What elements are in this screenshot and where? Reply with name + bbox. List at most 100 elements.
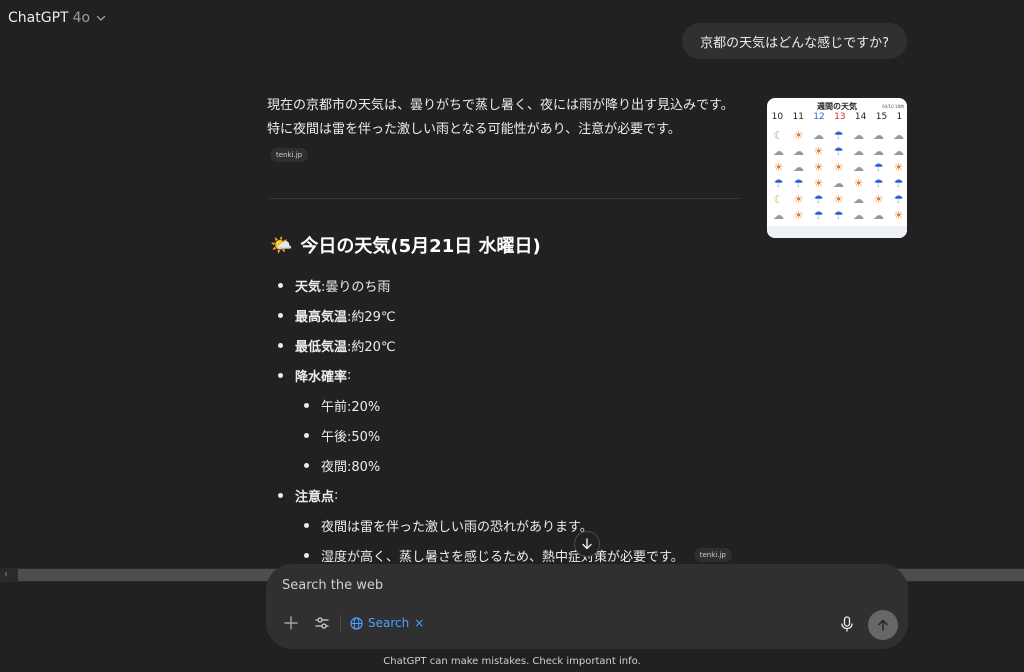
weather-sun-icon: ☀ <box>833 161 844 174</box>
weather-cloud-icon: ☁ <box>893 129 904 142</box>
weather-cloud-icon: ☁ <box>853 129 864 142</box>
prompt-input[interactable] <box>282 578 822 593</box>
list-item-caution: 注意点 : <box>270 480 338 510</box>
thumbnail-day: 11 <box>792 112 804 122</box>
sun-cloud-icon: 🌤️ <box>270 234 293 256</box>
composer: Search × <box>266 564 908 649</box>
send-button[interactable] <box>868 610 898 640</box>
weather-value: :曇りのち雨 <box>321 279 391 295</box>
thumbnail-footer <box>767 226 907 238</box>
model-version: 4o <box>72 10 91 26</box>
thumbnail-day: 13 <box>834 112 846 122</box>
weather-rain-icon: ☂ <box>813 209 824 222</box>
microphone-icon <box>841 616 853 632</box>
weather-sun-icon: ☀ <box>813 145 824 158</box>
weather-cloud-icon: ☁ <box>873 129 884 142</box>
bullet <box>278 492 283 498</box>
weather-label: 天気 <box>295 279 322 295</box>
search-close-icon[interactable]: × <box>414 616 424 630</box>
list-item-caution-1: 夜間は雷を伴った激しい雨の恐れがあります。 <box>270 510 593 540</box>
weather-cloud-icon: ☾ <box>773 129 784 142</box>
weather-sun-icon: ☀ <box>893 161 904 174</box>
weather-thumbnail[interactable]: 週間の天気 04/10 18時 10 11 12 13 14 15 1 ☾ ☀ ☁ ☂ ☁ ☁ ☁ ☁ ☁ ☀… <box>767 98 907 238</box>
bullet <box>278 282 283 288</box>
scroll-to-bottom-button[interactable] <box>574 531 600 557</box>
model-selector[interactable]: ChatGPT 4o <box>8 10 106 26</box>
bullet <box>304 552 309 558</box>
arrow-up-icon <box>878 619 888 631</box>
microphone-button[interactable] <box>838 615 856 633</box>
thumbnail-weather-grid: ☾ ☀ ☁ ☂ ☁ ☁ ☁ ☁ ☁ ☀ ☂ ☁ ☁ ☁ ☀ ☁ ☀ ☀ ☁ ☂ ☀ ☂ ☂ ☀ ☁ ☀ ☂ ☂ ☾ ☀ ☂ ☀ ☁ ☀ ☂ ☁ ☀ ☂ ☂ ☁… <box>769 128 907 224</box>
weather-cloud-icon: ☁ <box>833 177 844 190</box>
weather-cloud-icon: ☁ <box>853 161 864 174</box>
high-temp-label: 最高気温 <box>295 309 348 325</box>
weather-sun-icon: ☀ <box>813 161 824 174</box>
thumbnail-day: 15 <box>875 112 888 122</box>
thumbnail-day: 10 <box>771 112 784 122</box>
bullet <box>278 372 283 378</box>
thumbnail-day: 12 <box>813 112 825 122</box>
weather-rain-icon: ☂ <box>773 177 784 190</box>
high-temp-value: :約29℃ <box>347 309 396 325</box>
globe-icon <box>350 616 363 630</box>
weather-sun-icon: ☀ <box>833 193 844 206</box>
weather-moon-icon: ☾ <box>773 193 784 206</box>
list-item-am: 午前:20% <box>270 390 380 420</box>
scroll-left-icon[interactable]: ‹ <box>4 568 8 582</box>
arrow-down-icon <box>582 538 592 550</box>
weather-sun-icon: ☀ <box>893 209 904 222</box>
weather-cloud-icon: ☁ <box>873 209 884 222</box>
weather-cloud-icon: ☁ <box>813 129 824 142</box>
toolbar-separator <box>340 615 341 631</box>
list-item-night: 夜間:80% <box>270 450 380 480</box>
thumbnail-day: 1 <box>896 112 903 122</box>
model-name: ChatGPT <box>8 10 69 26</box>
weather-cloud-icon: ☁ <box>793 161 804 174</box>
list-item-high: 最高気温 :約29℃ <box>270 300 396 330</box>
weather-sun-icon: ☀ <box>793 209 804 222</box>
thumbnail-day: 14 <box>854 112 867 122</box>
weather-rain-icon: ☂ <box>833 209 844 222</box>
caution-2: 湿度が高く、蒸し暑さを感じるため、熱中症対策が必要です。 <box>321 549 684 565</box>
rain-label: 降水確率 <box>295 369 348 385</box>
rain-am: 午前:20% <box>321 399 381 415</box>
weather-cloud-icon: ☁ <box>773 145 784 158</box>
list-item-low: 最低気温 :約20℃ <box>270 330 396 360</box>
weather-cloud-icon: ☁ <box>893 145 904 158</box>
thumbnail-days: 10 11 12 13 14 15 1 <box>767 112 907 122</box>
weather-sun-icon: ☀ <box>853 177 864 190</box>
search-toggle[interactable]: Search × <box>350 613 424 633</box>
weather-cloud-icon: ☁ <box>793 145 804 158</box>
low-temp-label: 最低気温 <box>295 339 348 355</box>
weather-sun-icon: ☀ <box>793 129 804 142</box>
weather-rain-icon: ☂ <box>813 193 824 206</box>
user-message-bubble: 京都の天気はどんな感じですか? <box>682 23 907 59</box>
low-temp-value: :約20℃ <box>347 339 396 355</box>
weather-rain-icon: ☂ <box>793 177 804 190</box>
weather-sun-icon: ☀ <box>813 177 824 190</box>
bullet <box>304 462 309 468</box>
source-chip[interactable]: tenki.jp <box>270 148 309 162</box>
caution-label: 注意点 <box>295 489 335 505</box>
weather-sun-icon: ☀ <box>873 193 884 206</box>
weather-rain-icon: ☂ <box>833 129 844 142</box>
caution-colon: : <box>334 487 339 503</box>
section-heading-text: 今日の天気(5月21日 水曜日) <box>300 236 541 257</box>
caution-1: 夜間は雷を伴った激しい雨の恐れがあります。 <box>321 519 593 535</box>
rain-pm: 午後:50% <box>321 429 381 445</box>
add-attachment-button[interactable] <box>282 614 300 632</box>
weather-sun-icon: ☀ <box>773 161 784 174</box>
source-chip[interactable]: tenki.jp <box>693 548 732 562</box>
bullet <box>304 402 309 408</box>
weather-rain-icon: ☂ <box>873 177 884 190</box>
chevron-down-icon <box>96 15 106 21</box>
weather-sun-icon: ☀ <box>793 193 804 206</box>
list-item-weather: 天気 :曇りのち雨 <box>270 270 390 300</box>
user-message-text: 京都の天気はどんな感じですか? <box>700 35 889 51</box>
sliders-icon <box>315 617 329 629</box>
thumbnail-date: 04/10 18時 <box>882 104 904 109</box>
divider <box>270 198 740 199</box>
weather-rain-icon: ☂ <box>893 193 904 206</box>
bullet <box>278 312 283 318</box>
tools-button[interactable] <box>314 615 330 631</box>
